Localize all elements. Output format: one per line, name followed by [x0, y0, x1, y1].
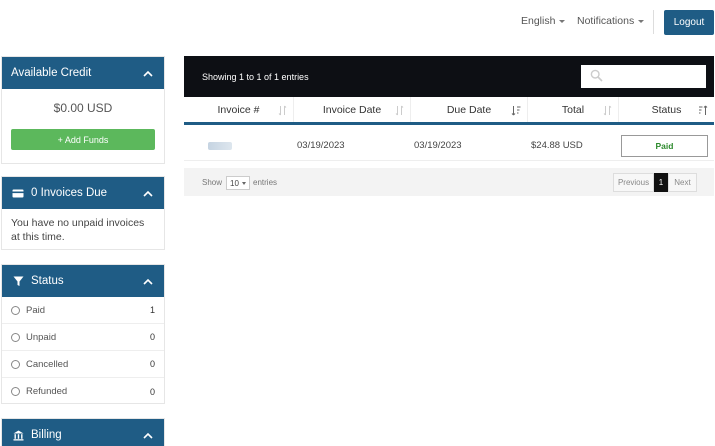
panel-header[interactable]: Billing	[2, 419, 164, 446]
column-header-invoice-date[interactable]: Invoice Date	[294, 97, 411, 122]
radio-icon[interactable]	[11, 305, 20, 315]
next-page-button[interactable]: Next	[668, 173, 697, 192]
panel-header[interactable]: Status	[2, 265, 164, 297]
status-filter-refunded[interactable]: Refunded 0	[2, 378, 164, 405]
column-header-due-date[interactable]: Due Date	[411, 97, 528, 122]
radio-icon[interactable]	[11, 359, 20, 369]
available-credit-panel: Available Credit $0.00 USD + Add Funds	[1, 56, 165, 164]
status-filter-panel: Status Paid 1 Unpaid 0 Cancelled 0 Refun…	[1, 264, 165, 404]
previous-page-button[interactable]: Previous	[613, 173, 654, 192]
status-label: Paid	[26, 304, 46, 316]
language-label: English	[521, 15, 556, 27]
table-toolbar: Showing 1 to 1 of 1 entries	[184, 56, 714, 97]
page-length-select[interactable]: 10	[226, 176, 250, 190]
status-count: 0	[149, 332, 155, 342]
chevron-up-icon[interactable]	[141, 186, 155, 200]
billing-panel: Billing	[1, 418, 165, 446]
radio-icon[interactable]	[11, 387, 20, 396]
invoice-number-cell[interactable]	[204, 130, 244, 161]
filter-icon	[11, 276, 25, 287]
pagination: Previous 1 Next	[613, 173, 697, 192]
chevron-up-icon[interactable]	[141, 428, 155, 442]
language-dropdown[interactable]: English	[521, 15, 566, 27]
status-count: 0	[149, 359, 155, 369]
table-row[interactable]: 03/19/2023 03/19/2023 $24.88 USD Paid	[184, 130, 714, 161]
top-navbar: English Notifications Logout	[0, 0, 715, 46]
status-count: 1	[149, 305, 155, 315]
panel-header[interactable]: Available Credit	[2, 57, 164, 89]
column-label: Invoice Date	[322, 103, 382, 116]
notifications-label: Notifications	[577, 15, 635, 27]
add-funds-label: Add Funds	[64, 134, 109, 145]
entries-label: entries	[253, 178, 278, 187]
sort-ascending-icon[interactable]	[511, 105, 521, 119]
credit-amount: $0.00 USD	[53, 101, 113, 115]
column-header-status[interactable]: Status	[619, 97, 714, 122]
status-label: Refunded	[26, 386, 68, 397]
logout-button[interactable]: Logout	[664, 10, 714, 35]
chevron-up-icon[interactable]	[141, 66, 155, 80]
plus-icon: +	[57, 134, 63, 145]
chevron-down-icon	[241, 181, 246, 185]
chevron-down-icon	[559, 19, 566, 23]
panel-title: 0 Invoices Due	[31, 187, 108, 199]
panel-header[interactable]: 0 Invoices Due	[2, 177, 164, 209]
column-label: Total	[561, 103, 585, 116]
status-label: Unpaid	[26, 331, 57, 343]
redacted-invoice-number	[208, 141, 232, 150]
sort-icon[interactable]	[603, 105, 612, 119]
status-filter-paid[interactable]: Paid 1	[2, 297, 164, 324]
total-cell: $24.88 USD	[531, 140, 583, 151]
invoice-date-cell: 03/19/2023	[297, 140, 345, 151]
column-label: Invoice #	[217, 103, 260, 116]
status-filter-unpaid[interactable]: Unpaid 0	[2, 324, 164, 351]
credit-card-icon	[11, 189, 25, 198]
status-badge[interactable]: Paid	[621, 135, 708, 157]
table-header: Invoice # Invoice Date Due Date Total St…	[184, 97, 714, 125]
panel-title: Billing	[31, 429, 62, 441]
column-label: Due Date	[446, 103, 492, 116]
chevron-up-icon[interactable]	[141, 274, 155, 288]
table-footer: Show 10 entries Previous 1 Next	[184, 168, 714, 196]
status-count: 0	[149, 386, 155, 397]
bank-icon	[11, 430, 25, 441]
show-label: Show	[202, 178, 223, 187]
column-header-total[interactable]: Total	[528, 97, 619, 122]
no-invoices-message: You have no unpaid invoices at this time…	[11, 217, 145, 243]
add-funds-button[interactable]: + Add Funds	[11, 129, 155, 150]
sort-icon[interactable]	[395, 105, 404, 119]
status-label: Cancelled	[26, 358, 69, 370]
column-header-invoice-number[interactable]: Invoice #	[184, 97, 294, 122]
radio-icon[interactable]	[11, 332, 20, 342]
search-icon	[590, 69, 603, 85]
sort-icon[interactable]	[278, 105, 287, 119]
notifications-dropdown[interactable]: Notifications	[577, 15, 645, 27]
chevron-down-icon	[638, 19, 645, 23]
nav-divider	[653, 10, 654, 34]
due-date-cell: 03/19/2023	[414, 140, 462, 151]
page-1-button[interactable]: 1	[654, 173, 668, 192]
panel-title: Available Credit	[11, 67, 92, 79]
status-filter-cancelled[interactable]: Cancelled 0	[2, 351, 164, 378]
panel-title: Status	[31, 275, 64, 287]
column-label: Status	[651, 103, 682, 116]
page-length-value: 10	[230, 178, 239, 188]
entries-info: Showing 1 to 1 of 1 entries	[202, 72, 309, 82]
invoices-due-panel: 0 Invoices Due You have no unpaid invoic…	[1, 176, 165, 250]
sort-descending-icon[interactable]	[698, 105, 708, 119]
